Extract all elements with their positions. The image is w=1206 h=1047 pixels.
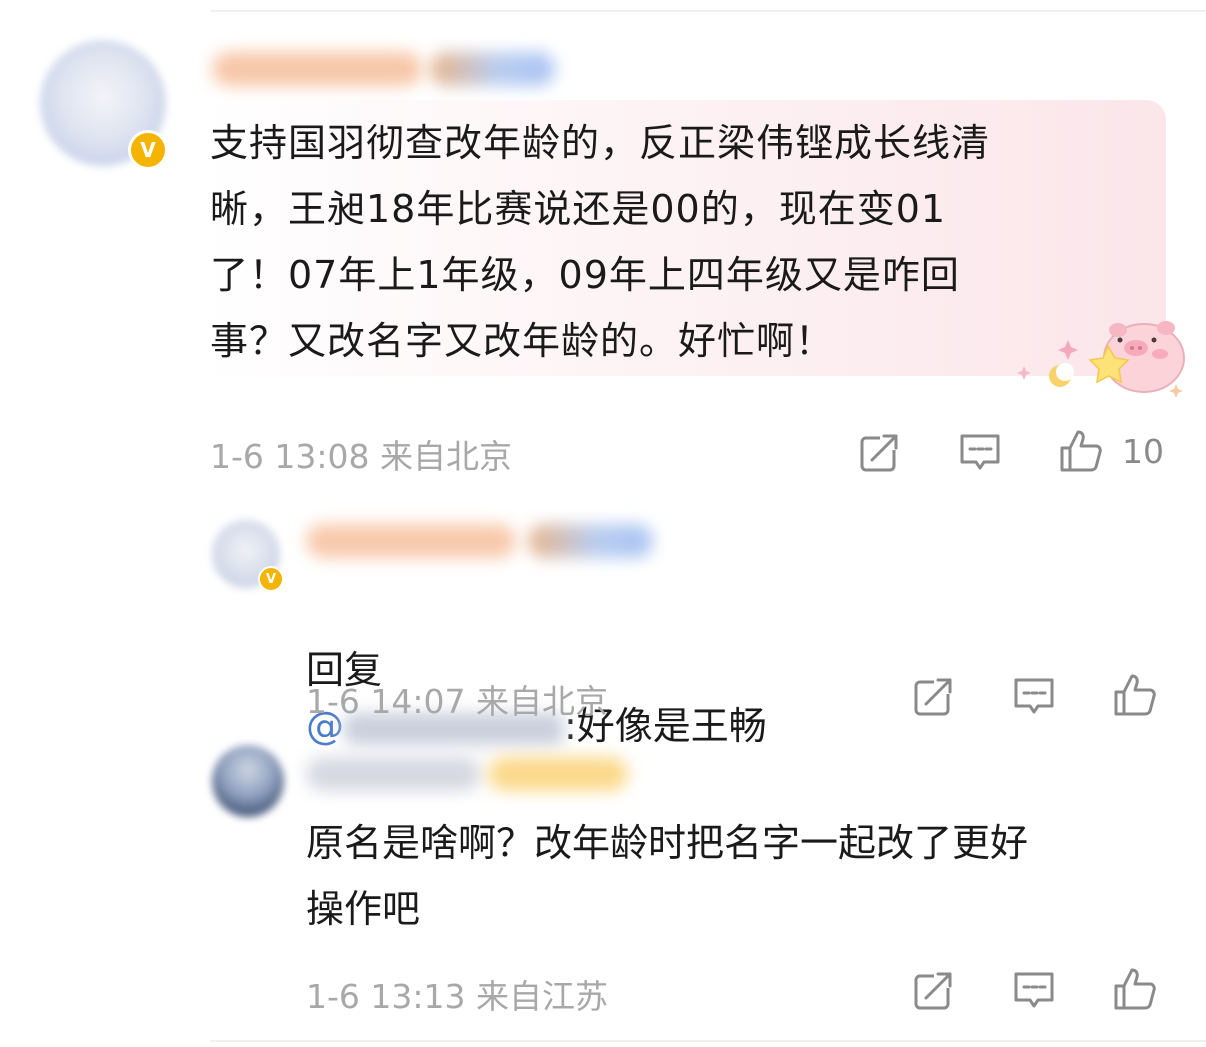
share-icon <box>914 676 956 716</box>
reply-1-location: 来自北京 <box>476 682 608 721</box>
reply-2-level-badge-blurred <box>488 757 628 791</box>
comment-location: 来自北京 <box>380 437 512 476</box>
reply-1-text: 回复 @:好像是王畅 <box>306 586 767 754</box>
share-icon <box>914 970 956 1010</box>
reply-1-meta: 1-6 14:07 来自北京 <box>306 675 608 723</box>
reply-2-username-blurred[interactable] <box>306 757 481 791</box>
user-level-badge-blurred <box>430 52 555 86</box>
reply-2-like-button[interactable] <box>1112 966 1156 1010</box>
like-count: 10 <box>1122 432 1164 471</box>
thumbs-up-icon <box>1060 430 1102 472</box>
reply-2-location: 来自江苏 <box>476 977 608 1016</box>
reply-2-meta: 1-6 13:13 来自江苏 <box>306 970 608 1018</box>
top-divider <box>210 10 1206 12</box>
reply-1-comment-button[interactable] <box>1012 674 1056 718</box>
main-comment-text: 支持国羽彻查改年龄的，反正梁伟铿成长线清 晰，王昶18年比赛说还是00的，现在变… <box>210 121 991 363</box>
reply-2-comment-button[interactable] <box>1012 968 1056 1012</box>
pig-sticker-icon <box>1010 310 1190 400</box>
comment-time: 1-6 13:08 <box>210 437 370 476</box>
main-comment-meta: 1-6 13:08 来自北京 <box>210 430 512 478</box>
avatar-reply-2[interactable] <box>212 745 284 817</box>
verified-badge-icon: V <box>128 130 168 170</box>
comment-icon <box>1014 678 1054 714</box>
comment-button[interactable] <box>958 430 1002 474</box>
reply-1-time: 1-6 14:07 <box>306 682 466 721</box>
thumbs-up-icon <box>1114 968 1156 1010</box>
verified-badge-icon: V <box>258 566 284 592</box>
like-button[interactable] <box>1058 428 1102 472</box>
reply-2-share-button[interactable] <box>912 968 956 1012</box>
thumbs-up-icon <box>1114 674 1156 716</box>
bottom-divider <box>210 1040 1206 1042</box>
reply-1-username-blurred[interactable] <box>306 524 516 558</box>
comment-icon <box>960 434 1000 470</box>
reply-1-share-button[interactable] <box>912 674 956 718</box>
reply-2-time: 1-6 13:13 <box>306 977 466 1016</box>
reply-1-like-button[interactable] <box>1112 672 1156 716</box>
username-blurred[interactable] <box>212 52 422 86</box>
comment-icon <box>1014 972 1054 1008</box>
comment-thread: V 支持国羽彻查改年龄的，反正梁伟铿成长线清 晰，王昶18年比赛说还是00的，现… <box>0 0 1206 1047</box>
share-button[interactable] <box>858 430 902 474</box>
reply-2-text: 原名是啥啊？改年龄时把名字一起改了更好 操作吧 <box>306 821 1029 931</box>
share-icon <box>860 432 902 472</box>
reply-1-level-badge-blurred <box>528 524 653 558</box>
